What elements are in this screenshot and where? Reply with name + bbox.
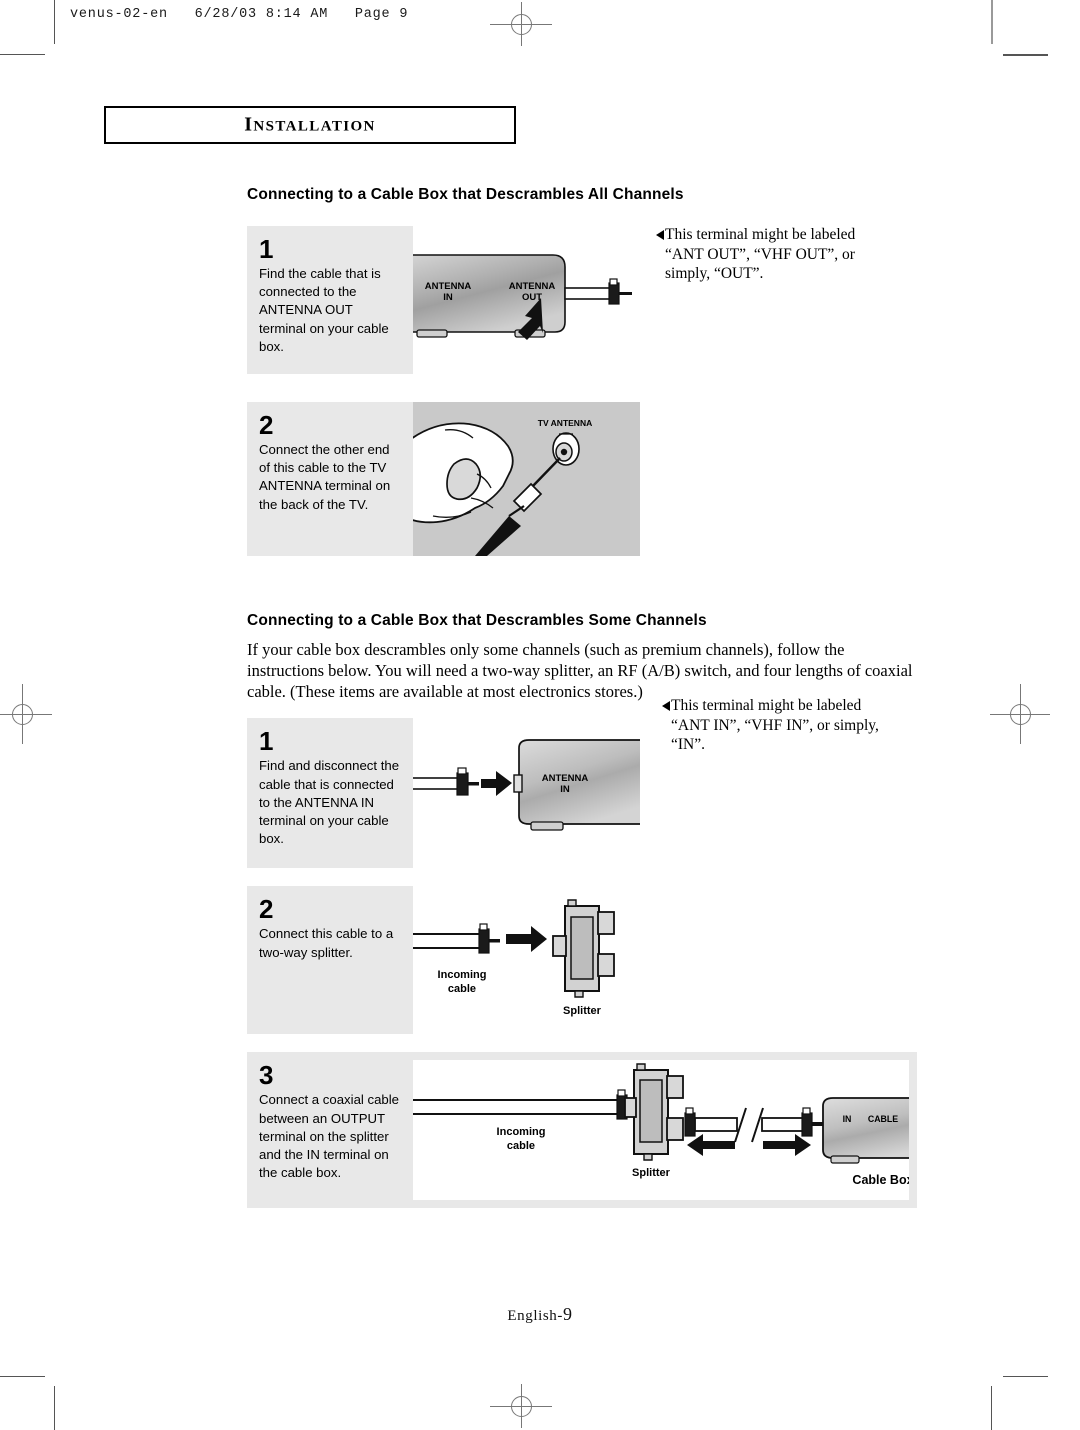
section-heading-some-channels: Connecting to a Cable Box that Descrambl… <box>247 612 707 629</box>
step-text-block: 1 Find and disconnect the cable that is … <box>247 718 413 868</box>
crop-mark-top-right-vertical <box>991 0 993 44</box>
callout-line-2: “ANT OUT”, “VHF OUT”, or <box>665 245 855 263</box>
callout-line-2: “ANT IN”, “VHF IN”, or simply, <box>671 716 879 734</box>
svg-text:IN: IN <box>560 784 570 795</box>
registration-mark-right <box>990 684 1050 744</box>
step-panel-2-2: 2 Connect this cable to a two-way splitt… <box>247 886 640 1035</box>
crop-mark-bottom-left-vertical <box>54 1386 55 1430</box>
callout-ant-out: This terminal might be labeled “ANT OUT”… <box>656 225 921 284</box>
illustration-splitter-to-cable-box: Incoming cable Splitter IN CABLE Cable B… <box>413 1060 909 1201</box>
svg-text:IN: IN <box>843 1114 852 1124</box>
step-number: 2 <box>259 894 274 925</box>
svg-text:Incoming: Incoming <box>497 1126 546 1138</box>
page-slug: venus-02-en 6/28/03 8:14 AM Page 9 <box>70 7 409 22</box>
footer-language-label: English- <box>507 1308 564 1324</box>
crop-mark-bottom-left-horizontal <box>0 1376 45 1377</box>
crop-mark-bottom-right-horizontal <box>1003 1376 1048 1377</box>
callout-line-3: “IN”. <box>671 736 705 754</box>
crop-mark-top-left-vertical <box>54 0 55 44</box>
step-text-block: 3 Connect a coaxial cable between an OUT… <box>247 1052 413 1208</box>
section-intro-paragraph: If your cable box descrambles only some … <box>247 640 913 702</box>
svg-text:Cable Box: Cable Box <box>852 1173 909 1187</box>
section-heading-all-channels: Connecting to a Cable Box that Descrambl… <box>247 186 684 203</box>
step-panel-2-3: 3 Connect a coaxial cable between an OUT… <box>247 1052 917 1209</box>
step-text-block: 2 Connect the other end of this cable to… <box>247 402 413 556</box>
triangle-pointer-icon <box>656 230 664 240</box>
svg-text:Splitter: Splitter <box>563 1005 602 1017</box>
svg-text:IN: IN <box>443 292 453 303</box>
svg-text:ANTENNA: ANTENNA <box>509 281 556 292</box>
step-number: 3 <box>259 1060 274 1091</box>
step-number: 1 <box>259 726 274 757</box>
registration-mark-bottom <box>490 1384 552 1428</box>
svg-text:ANTENNA: ANTENNA <box>542 773 589 784</box>
triangle-pointer-icon <box>662 701 670 711</box>
illustration-cable-box-antenna-in: ANTENNA IN <box>413 718 640 869</box>
crop-mark-bottom-right-vertical <box>991 1386 992 1430</box>
crop-mark-top-right-horizontal <box>1003 54 1048 56</box>
chapter-title-box: INSTALLATION <box>104 106 516 144</box>
illustration-cable-to-splitter: Incoming cable Splitter <box>413 886 640 1035</box>
step-panel-1-1: 1 Find the cable that is connected to th… <box>247 226 640 374</box>
illustration-cable-box-antenna-out: ANTENNA IN ANTENNA OUT <box>413 226 640 374</box>
step-number: 2 <box>259 410 274 440</box>
step-number: 1 <box>259 234 274 264</box>
svg-text:cable: cable <box>507 1140 535 1152</box>
svg-text:Incoming: Incoming <box>438 969 487 981</box>
callout-ant-in: This terminal might be labeled “ANT IN”,… <box>662 696 937 755</box>
footer-page-number: 9 <box>563 1304 573 1324</box>
registration-mark-top <box>490 2 552 46</box>
callout-line-1: This terminal might be labeled <box>671 697 862 714</box>
svg-text:CABLE: CABLE <box>868 1114 898 1124</box>
step-description: Find the cable that is connected to the … <box>259 266 389 354</box>
chapter-title-rest: NSTALLATION <box>253 118 376 135</box>
step-panel-1-2: 2 Connect the other end of this cable to… <box>247 402 640 556</box>
chapter-title: INSTALLATION <box>106 114 514 137</box>
step-description: Find and disconnect the cable that is co… <box>259 758 400 847</box>
step-text-block: 2 Connect this cable to a two-way splitt… <box>247 886 413 1034</box>
step-text-block: 1 Find the cable that is connected to th… <box>247 226 413 374</box>
callout-line-1: This terminal might be labeled <box>665 226 856 243</box>
svg-text:Splitter: Splitter <box>632 1167 671 1179</box>
crop-mark-top-left-horizontal <box>0 54 45 55</box>
step-description: Connect a coaxial cable between an OUTPU… <box>259 1092 400 1181</box>
registration-mark-left <box>0 684 52 744</box>
svg-text:ANTENNA: ANTENNA <box>425 281 472 292</box>
page-footer: English-9 <box>0 1304 1080 1325</box>
step-description: Connect this cable to a two-way splitter… <box>259 926 394 960</box>
illustration-hand-connecting-tv-antenna: TV ANTENNA <box>413 402 640 556</box>
step-description: Connect the other end of this cable to t… <box>259 442 391 512</box>
step-panel-2-1: 1 Find and disconnect the cable that is … <box>247 718 640 869</box>
svg-text:cable: cable <box>448 983 476 995</box>
svg-text:TV ANTENNA: TV ANTENNA <box>538 418 592 428</box>
callout-line-3: simply, “OUT”. <box>665 265 764 283</box>
